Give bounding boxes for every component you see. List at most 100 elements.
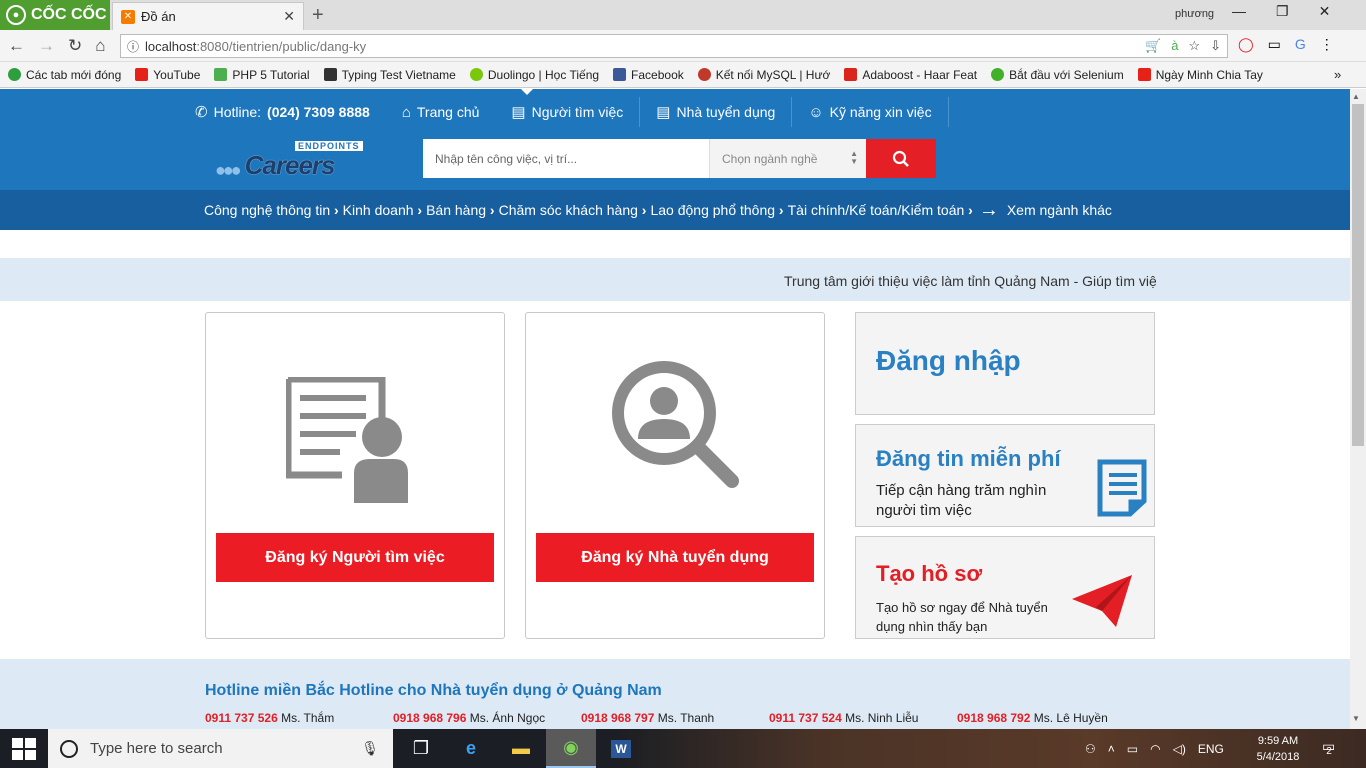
paper-plane-icon	[1072, 575, 1132, 627]
category-link[interactable]: Bán hàng	[426, 202, 495, 218]
more-categories-link[interactable]: → Xem ngành khác	[979, 199, 1112, 222]
close-tab-icon[interactable]: ✕	[283, 8, 295, 25]
contact-phone[interactable]: 0918 968 792	[957, 711, 1030, 725]
bookmark-star-icon[interactable]: ☆	[1188, 38, 1200, 54]
people-icon[interactable]: ⚇	[1085, 742, 1096, 756]
volume-icon[interactable]: ◁)	[1173, 742, 1186, 756]
register-employer-button[interactable]: Đăng ký Nhà tuyển dụng	[536, 533, 814, 582]
vietnamese-input-icon[interactable]: à	[1171, 38, 1178, 54]
clock[interactable]: 9:59 AM 5/4/2018	[1253, 733, 1303, 765]
coccoc-logo-icon: ●	[6, 5, 26, 25]
bookmark-item[interactable]: Các tab mới đóng	[8, 68, 121, 82]
bookmark-label: Bắt đầu với Selenium	[1009, 67, 1124, 82]
hotline-number: (024) 7309 8888	[267, 104, 370, 120]
category-link[interactable]: Chăm sóc khách hàng	[499, 202, 647, 218]
word-icon[interactable]: W	[596, 729, 646, 768]
microphone-icon[interactable]: 🎙	[361, 740, 379, 757]
edge-icon[interactable]: e	[446, 729, 496, 768]
search-button[interactable]	[866, 139, 936, 178]
bookmark-label: Kết nối MySQL | Hướ	[715, 67, 831, 82]
post-job-title[interactable]: Đăng tin miễn phí	[876, 446, 1061, 472]
bookmark-item[interactable]: Typing Test Vietname	[323, 68, 456, 82]
close-window-icon[interactable]: ✕	[1319, 3, 1331, 20]
top-nav: ✆ Hotline: (024) 7309 8888 ⌂ Trang chủ ▤ Ngư…	[195, 89, 949, 127]
document-icon: ▤	[511, 104, 526, 121]
bookmark-item[interactable]: Facebook	[613, 68, 684, 82]
tab-title: Đồ án	[141, 9, 176, 24]
scroll-down-icon[interactable]: ▼	[1352, 714, 1360, 723]
careers-logo[interactable]: ●●● ENDPOINTS Careers	[215, 140, 363, 181]
duolingo-icon	[469, 68, 483, 81]
reload-icon[interactable]: ↻	[68, 36, 82, 56]
bookmark-label: Duolingo | Học Tiếng	[487, 67, 600, 82]
bookmark-item[interactable]: Bắt đầu với Selenium	[991, 68, 1124, 82]
hotline-title: Hotline miền Bắc Hotline cho Nhà tuyển d…	[205, 682, 662, 699]
forward-icon[interactable]: →	[38, 36, 55, 56]
nav-employer[interactable]: ▤ Nhà tuyển dụng	[640, 97, 793, 127]
scrollbar-thumb[interactable]	[1352, 104, 1364, 446]
document-form-icon	[1097, 459, 1147, 517]
bookmark-item[interactable]: Kết nối MySQL | Hướ	[697, 67, 831, 82]
browser-brand-label: CỐC CỐC	[31, 6, 107, 23]
home-icon[interactable]: ⌂	[95, 36, 105, 56]
category-link[interactable]: Tài chính/Kế toán/Kiểm toán	[788, 202, 973, 218]
clock-time: 9:59 AM	[1257, 735, 1299, 747]
selenium-icon	[991, 68, 1005, 81]
language-indicator[interactable]: ENG	[1198, 742, 1224, 756]
create-profile-title[interactable]: Tạo hồ sơ	[876, 561, 982, 587]
bookmarks-overflow-icon[interactable]: »	[1334, 67, 1341, 82]
browser-brand[interactable]: ● CỐC CỐC	[0, 0, 110, 30]
category-link[interactable]: Kinh doanh	[343, 202, 422, 218]
notifications-button[interactable]: ▭2	[1322, 738, 1335, 757]
contact-item: 0918 968 792 Ms. Lê Huyền	[957, 711, 1145, 725]
cast-icon[interactable]: ▭	[1268, 36, 1281, 53]
register-jobseeker-button[interactable]: Đăng ký Người tìm việc	[216, 533, 494, 582]
profile-name[interactable]: phương	[1175, 8, 1214, 20]
bookmark-label: Adaboost - Haar Feat	[862, 67, 978, 82]
download-icon[interactable]: ⇩	[1210, 38, 1221, 54]
bookmark-item[interactable]: Ngày Minh Chia Tay	[1137, 68, 1263, 82]
logo-top-text: ENDPOINTS	[295, 141, 363, 151]
maximize-icon[interactable]: ❐	[1276, 3, 1289, 20]
bookmark-item[interactable]: PHP 5 Tutorial	[214, 68, 310, 82]
nav-job-seeker[interactable]: ▤ Người tìm việc	[495, 89, 641, 127]
category-select[interactable]: Chọn ngành nghề ▲ ▼	[709, 139, 866, 178]
nav-home[interactable]: ⌂ Trang chủ	[386, 97, 496, 127]
extensions: ◯ ▭ G ⋮	[1238, 36, 1334, 53]
contact-phone[interactable]: 0911 737 524	[769, 711, 842, 725]
contact-phone[interactable]: 0911 737 526	[205, 711, 278, 725]
contact-phone[interactable]: 0918 968 797	[581, 711, 654, 725]
info-icon: ⓘ	[127, 39, 140, 54]
show-hidden-icon[interactable]: ˄	[1108, 742, 1115, 756]
taskbar-search[interactable]: Type here to search 🎙	[48, 729, 393, 768]
battery-icon[interactable]: ▭	[1127, 742, 1138, 756]
login-link[interactable]: Đăng nhập	[876, 345, 1021, 377]
scroll-up-icon[interactable]: ▲	[1352, 92, 1360, 101]
system-tray: ⚇ ˄ ▭ ◠ ◁) ENG	[1085, 729, 1224, 768]
file-explorer-icon[interactable]: ▬	[496, 729, 546, 768]
contact-phone[interactable]: 0918 968 796	[393, 711, 466, 725]
nav-job-skills[interactable]: ☺ Kỹ năng xin việc	[792, 97, 949, 127]
new-tab-button[interactable]: +	[312, 4, 324, 27]
bookmark-item[interactable]: YouTube	[135, 68, 200, 82]
wifi-icon[interactable]: ◠	[1150, 742, 1160, 756]
coccoc-taskbar-icon[interactable]: ◉	[546, 729, 596, 768]
contact-item: 0911 737 526 Ms. Thắm	[205, 711, 393, 725]
opera-icon[interactable]: ◯	[1238, 36, 1254, 53]
minimize-icon[interactable]: —	[1232, 3, 1246, 20]
browser-tab[interactable]: ✕ Đồ án ✕	[112, 2, 304, 30]
hotline[interactable]: ✆ Hotline: (024) 7309 8888	[195, 97, 386, 127]
back-icon[interactable]: ←	[8, 36, 25, 56]
translate-icon[interactable]: G	[1295, 36, 1306, 53]
menu-icon[interactable]: ⋮	[1320, 36, 1334, 53]
bookmark-item[interactable]: Adaboost - Haar Feat	[844, 68, 977, 82]
category-link[interactable]: Công nghệ thông tin	[204, 202, 339, 218]
bookmark-item[interactable]: Duolingo | Học Tiếng	[469, 67, 600, 82]
job-search-input[interactable]	[423, 139, 709, 178]
windows-start-icon[interactable]	[12, 738, 36, 760]
tab-favicon-icon: ✕	[121, 9, 135, 24]
category-link[interactable]: Lao động phổ thông	[650, 202, 783, 218]
address-bar[interactable]: ⓘ localhost:8080/tientrien/public/dang-ky…	[120, 34, 1228, 58]
task-view-icon[interactable]: ❐	[396, 729, 446, 768]
cart-icon[interactable]: 🛒	[1145, 38, 1161, 54]
